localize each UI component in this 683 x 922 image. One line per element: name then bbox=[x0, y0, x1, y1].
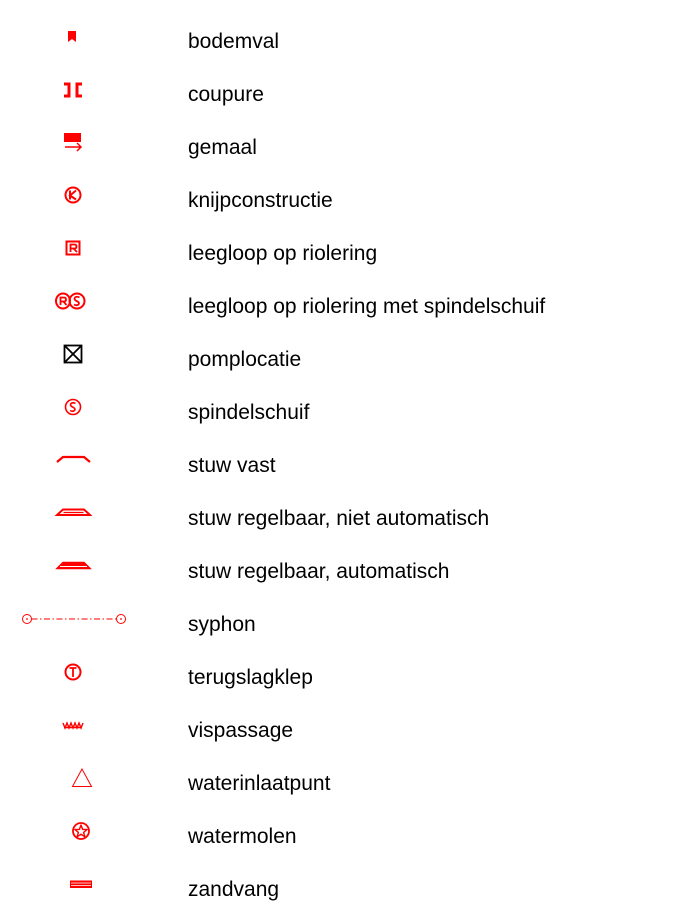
legend-item: leegloop op riolering met spindelschuif bbox=[0, 282, 683, 335]
legend-label: bodemval bbox=[188, 30, 280, 53]
legend-label: gemaal bbox=[188, 136, 257, 159]
legend-item: syphon bbox=[0, 600, 683, 653]
pomplocatie-icon bbox=[0, 335, 170, 388]
legend-item: spindelschuif bbox=[0, 388, 683, 441]
bodemval-icon bbox=[0, 17, 170, 70]
legend-label: terugslagklep bbox=[188, 666, 313, 689]
legend-item: zandvang bbox=[0, 865, 683, 918]
legend-label: watermolen bbox=[188, 825, 297, 848]
legend-label: stuw regelbaar, niet automatisch bbox=[188, 507, 490, 530]
legend-item: gemaal bbox=[0, 123, 683, 176]
stuw-regelbaar-niet-automatisch-icon bbox=[0, 494, 170, 547]
stuw-regelbaar-automatisch-icon bbox=[0, 547, 170, 600]
terugslagklep-icon bbox=[0, 653, 170, 706]
legend-item: coupure bbox=[0, 70, 683, 123]
syphon-icon bbox=[0, 600, 170, 653]
legend-item: vispassage bbox=[0, 706, 683, 759]
leegloop-riolering-icon bbox=[0, 229, 170, 282]
knijpconstructie-icon bbox=[0, 176, 170, 229]
legend-label: leegloop op riolering met spindelschuif bbox=[188, 295, 546, 318]
legend-item: leegloop op riolering bbox=[0, 229, 683, 282]
legend-label: pomplocatie bbox=[188, 348, 302, 371]
legend-item: stuw regelbaar, automatisch bbox=[0, 547, 683, 600]
legend-label: leegloop op riolering bbox=[188, 242, 378, 265]
zandvang-icon bbox=[0, 865, 170, 918]
legend-item: bodemval bbox=[0, 17, 683, 70]
legend-item: stuw regelbaar, niet automatisch bbox=[0, 494, 683, 547]
legend-item: waterinlaatpunt bbox=[0, 759, 683, 812]
watermolen-icon bbox=[0, 812, 170, 865]
vispassage-icon bbox=[0, 706, 170, 759]
legend-label: knijpconstructie bbox=[188, 189, 333, 212]
legend-label: stuw regelbaar, automatisch bbox=[188, 560, 450, 583]
legend-label: syphon bbox=[188, 613, 256, 636]
waterinlaatpunt-icon bbox=[0, 759, 170, 812]
legend-item: stuw vast bbox=[0, 441, 683, 494]
legend-label: zandvang bbox=[188, 878, 280, 901]
coupure-icon bbox=[0, 70, 170, 123]
symbol-legend: bodemval coupure gemaal knijpconstructie… bbox=[0, 17, 683, 918]
legend-item: terugslagklep bbox=[0, 653, 683, 706]
legend-label: coupure bbox=[188, 83, 264, 106]
legend-item: watermolen bbox=[0, 812, 683, 865]
legend-item: pomplocatie bbox=[0, 335, 683, 388]
legend-item: knijpconstructie bbox=[0, 176, 683, 229]
stuw-vast-icon bbox=[0, 441, 170, 494]
leegloop-riolering-spindelschuif-icon bbox=[0, 282, 170, 335]
gemaal-icon bbox=[0, 123, 170, 176]
spindelschuif-icon bbox=[0, 388, 170, 441]
legend-label: vispassage bbox=[188, 719, 294, 742]
legend-label: spindelschuif bbox=[188, 401, 310, 424]
legend-label: stuw vast bbox=[188, 454, 276, 477]
legend-label: waterinlaatpunt bbox=[188, 772, 331, 795]
